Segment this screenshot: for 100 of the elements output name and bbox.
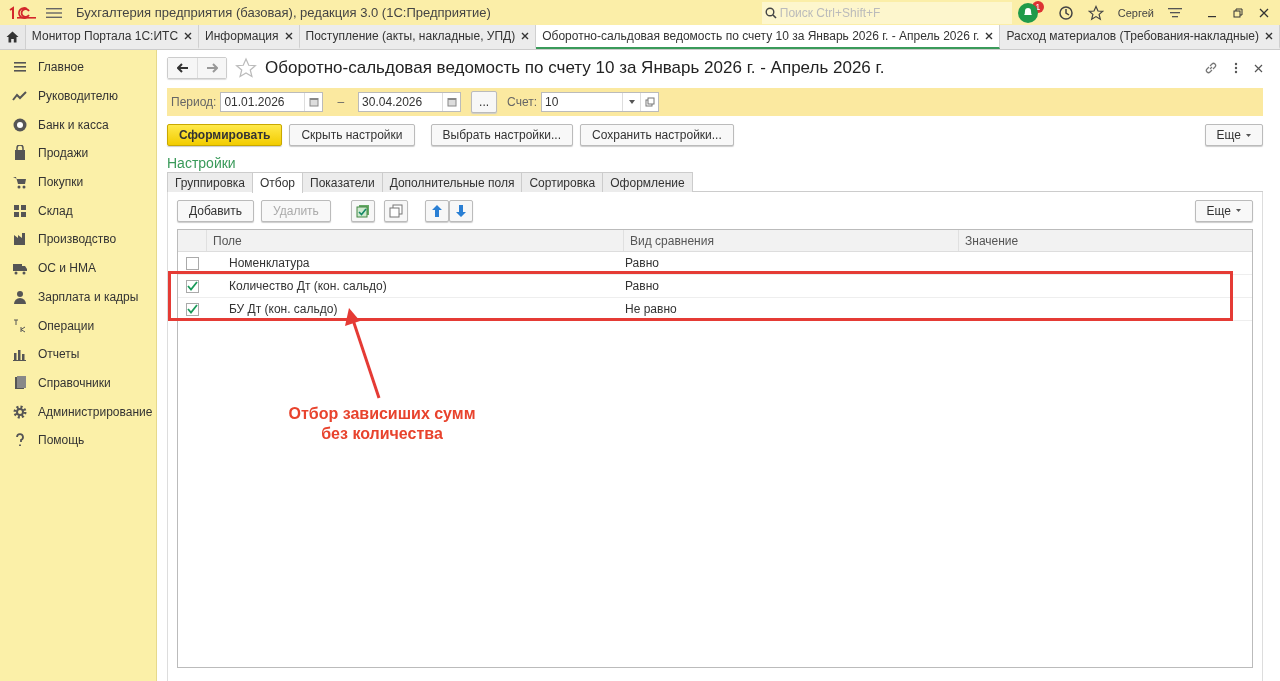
sidebar-item[interactable]: Руководителю [0,81,156,111]
column-header[interactable]: Вид сравнения [623,230,958,251]
cart-icon [12,174,28,191]
period-button[interactable]: ... [471,91,498,113]
notifications-button[interactable] [1017,2,1038,23]
person-icon [12,288,28,305]
add-button[interactable]: Добавить [177,199,255,222]
empty-boxes-icon [388,203,403,218]
settings-tab[interactable]: Показатели [302,172,383,192]
more-button[interactable]: Еще [1194,199,1253,222]
close-icon[interactable] [1254,63,1263,73]
open-tab[interactable]: Оборотно-сальдовая ведомость по счету 10 за Январь 2026 г. - Апрель 2026 г. [536,25,1001,49]
checkbox[interactable] [185,256,199,270]
table-cell-text: Количество Дт (кон. сальдо) [228,278,388,295]
dash: – [337,95,345,109]
report-title: Оборотно-сальдовая ведомость по счету 10 за Январь 2026 г. - Апрель 2026 г. [265,58,885,78]
table-cell-text: Равно [624,278,660,295]
close-icon[interactable] [1258,6,1270,19]
report-button[interactable]: Выбрать настройки... [430,124,573,146]
annotation-text: без количества [321,424,443,444]
open-tab[interactable]: Поступление (акты, накладные, УПД) [299,25,537,49]
table-cell-text: БУ Дт (кон. сальдо) [228,301,339,318]
report-button[interactable]: Скрыть настройки [289,124,415,146]
settings-icon [12,403,28,420]
sidebar-item[interactable]: Отчеты [0,339,156,369]
close-icon[interactable] [985,32,994,40]
sidebar-item[interactable]: Склад [0,196,156,226]
close-icon[interactable] [284,32,293,40]
uncheck-all-button[interactable] [383,199,408,222]
period-label: Период: [171,95,217,109]
column-header[interactable]: Поле [206,230,623,251]
sidebar-item[interactable]: ОС и НМА [0,253,156,283]
sidebar-item[interactable]: Главное [0,53,156,82]
sidebar-item[interactable]: Зарплата и кадры [0,282,156,312]
sidebar-item[interactable]: Операции [0,311,156,340]
move-up-button[interactable] [424,199,449,222]
calendar-icon [446,97,457,107]
star-icon[interactable] [1087,4,1104,21]
settings-heading: Настройки [167,155,237,171]
calendar-icon [308,97,319,107]
checkbox[interactable] [185,279,199,293]
down-arrow-icon [455,204,466,217]
settings-tab[interactable]: Группировка [167,172,253,192]
sidebar-item[interactable]: Продажи [0,139,156,168]
column-header[interactable]: Значение [958,230,1252,251]
date-from-field[interactable]: 01.01.2026 [220,92,324,112]
search-field[interactable]: Поиск Ctrl+Shift+F [761,1,1012,24]
back-button[interactable] [168,58,197,78]
tab-label: Поступление (акты, накладные, УПД) [305,29,516,43]
settings-tab[interactable]: Сортировка [521,172,604,192]
sidebar-item[interactable]: Производство [0,225,156,254]
bag-icon [12,145,28,162]
menu-icon[interactable] [46,5,62,20]
account-input[interactable]: 10 [542,93,622,111]
forward-arrow-icon [206,63,218,73]
sidebar-item[interactable]: Покупки [0,167,156,197]
date-input[interactable]: 30.04.2026 [359,93,443,111]
open-tab[interactable]: Расход материалов (Требования-накладные) [1000,25,1280,49]
history-icon[interactable] [1057,4,1074,21]
books-icon [12,374,28,391]
close-icon[interactable] [184,32,193,40]
sidebar-item[interactable]: Помощь [0,425,156,455]
close-icon[interactable] [1265,32,1273,40]
checked-boxes-icon [355,203,370,218]
report-button[interactable]: Сохранить настройки... [580,124,734,146]
bell-icon [1022,7,1033,18]
tab-label: Информация [205,29,279,43]
tick-icon [186,281,198,291]
window-title: Бухгалтерия предприятия (базовая), редакция 3.0 (1С:Предприятие) [76,5,491,20]
check-all-button[interactable] [350,199,375,222]
sidebar-item[interactable]: Администрирование [0,397,156,426]
open-icon [644,97,655,107]
caret-icon [1236,209,1241,212]
settings-tab[interactable]: Дополнительные поля [381,172,523,192]
checkbox[interactable] [185,302,199,316]
table-cell-text: Не равно [624,301,678,318]
link-icon[interactable] [1204,61,1218,75]
home-icon [5,31,19,43]
open-tab[interactable]: Информация [199,25,300,49]
sidebar-item[interactable]: Справочники [0,368,156,398]
user-name[interactable]: Сергей [1117,6,1154,19]
settings-tab[interactable]: Оформление [602,172,693,192]
annotation-text: Отбор зависиших сумм [288,404,476,424]
date-to-field[interactable]: 30.04.2026 [358,92,462,112]
open-tab[interactable]: Монитор Портала 1С:ИТС [25,25,200,49]
restore-icon[interactable] [1232,6,1244,19]
star-icon[interactable] [235,57,257,79]
grid-icon [12,202,28,219]
move-down-button[interactable] [448,199,473,222]
table-cell-text: Равно [624,255,660,272]
more-icon[interactable] [1234,62,1238,74]
account-field[interactable]: 10 [541,92,659,112]
logo-icon [8,5,38,20]
more-button[interactable]: Еще [1204,124,1263,146]
close-icon[interactable] [521,32,530,40]
menu-icon[interactable] [1168,6,1182,19]
sidebar-item[interactable]: Банк и касса [0,110,156,140]
settings-tab[interactable]: Отбор [252,172,304,193]
report-button[interactable]: Сформировать [167,124,283,146]
date-input[interactable]: 01.01.2026 [221,93,305,111]
